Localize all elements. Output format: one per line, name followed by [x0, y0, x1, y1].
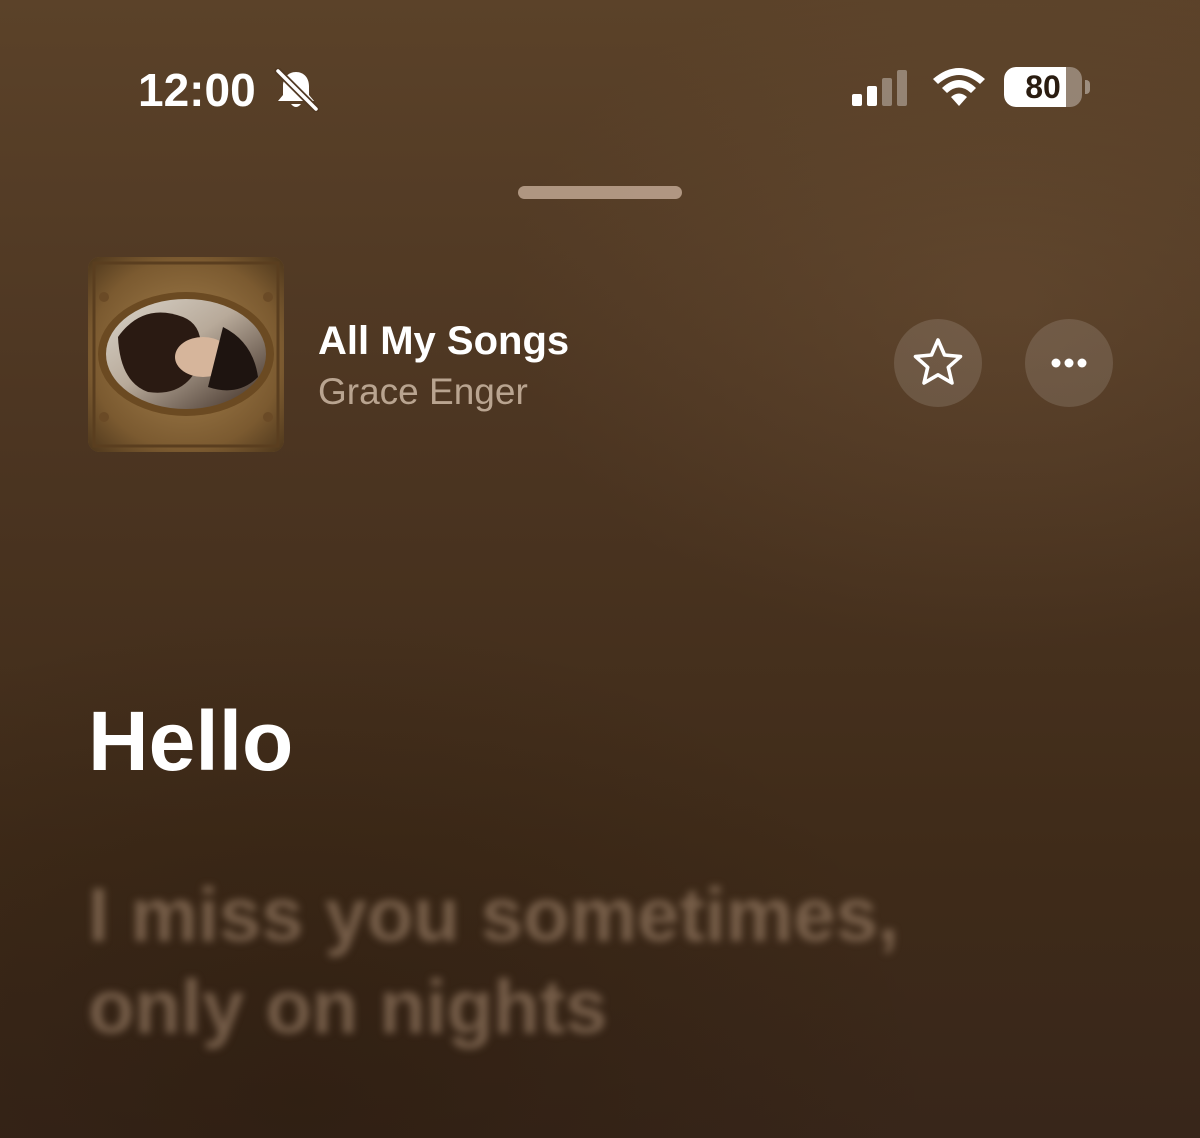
star-icon — [913, 338, 963, 385]
bell-slash-icon — [274, 68, 320, 112]
more-options-button[interactable] — [1025, 319, 1113, 407]
battery-cap — [1085, 80, 1090, 94]
lyric-line-current[interactable]: Hello — [88, 694, 293, 788]
album-artwork-image — [88, 257, 284, 452]
status-time: 12:00 — [138, 64, 256, 116]
wifi-icon — [933, 68, 985, 106]
song-artist[interactable]: Grace Enger — [318, 370, 528, 414]
lyric-line: I miss you sometimes, — [88, 873, 899, 958]
battery-icon: 80 — [1004, 67, 1082, 107]
lyric-line: only on nights — [88, 965, 608, 1050]
ellipsis-icon — [1051, 358, 1087, 368]
favorite-button[interactable] — [894, 319, 982, 407]
sheet-grabber-handle[interactable] — [518, 186, 682, 199]
album-artwork[interactable] — [88, 257, 284, 452]
lyric-line-upcoming[interactable]: I miss you sometimes, only on nights — [88, 870, 1088, 1054]
now-playing-lyrics-screen: 12:00 80 All My Songs Grace Enger Hello … — [0, 0, 1200, 1138]
battery-level: 80 — [1025, 69, 1061, 105]
cellular-signal-icon — [852, 70, 907, 106]
song-title[interactable]: All My Songs — [318, 318, 569, 364]
